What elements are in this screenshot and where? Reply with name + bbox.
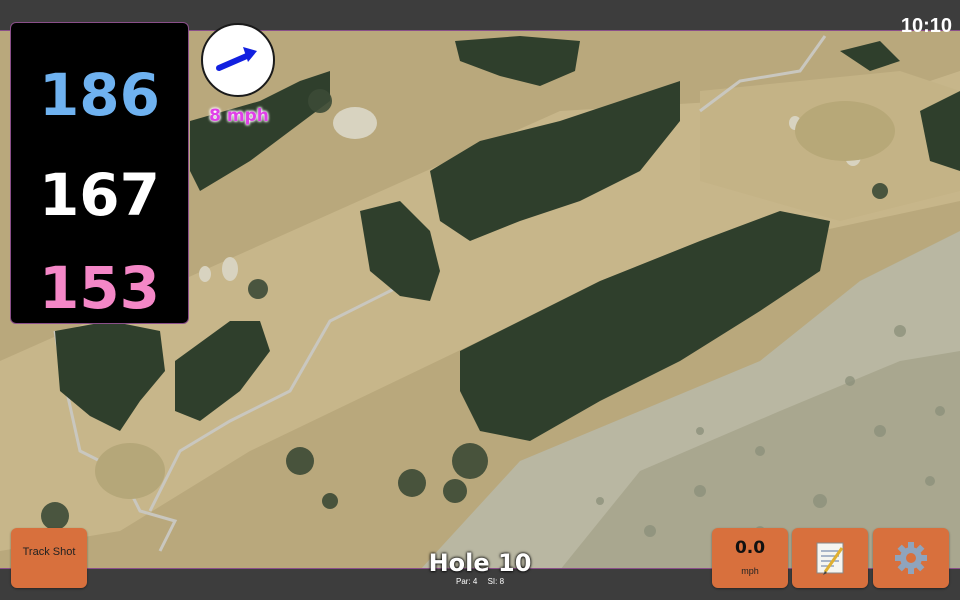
hole-info: Par: 4 SI: 8 <box>380 577 580 586</box>
back-distance: 186 <box>38 61 161 129</box>
speed-unit: mph <box>741 566 759 576</box>
notes-button[interactable] <box>792 528 868 588</box>
track-shot-button[interactable]: Track Shot <box>11 528 87 588</box>
distance-panel: 186 167 153 <box>10 22 189 324</box>
wind-indicator[interactable] <box>201 23 275 97</box>
speed-value: 0.0 <box>734 538 766 558</box>
speed-button[interactable]: 0.0 mph <box>712 528 788 588</box>
wind-speed: 8 mph <box>209 106 269 126</box>
gear-icon <box>895 542 927 574</box>
wind-arrow-icon <box>216 47 257 71</box>
center-distance: 167 <box>38 161 161 229</box>
hole-par: Par: 4 <box>455 577 478 586</box>
settings-button[interactable] <box>873 528 949 588</box>
notepad-icon <box>816 542 844 575</box>
hole-stroke-index: SI: 8 <box>487 577 505 586</box>
hole-title: Hole 10 <box>428 549 532 577</box>
front-distance: 153 <box>38 254 161 322</box>
status-time: 10:10 <box>900 15 952 37</box>
